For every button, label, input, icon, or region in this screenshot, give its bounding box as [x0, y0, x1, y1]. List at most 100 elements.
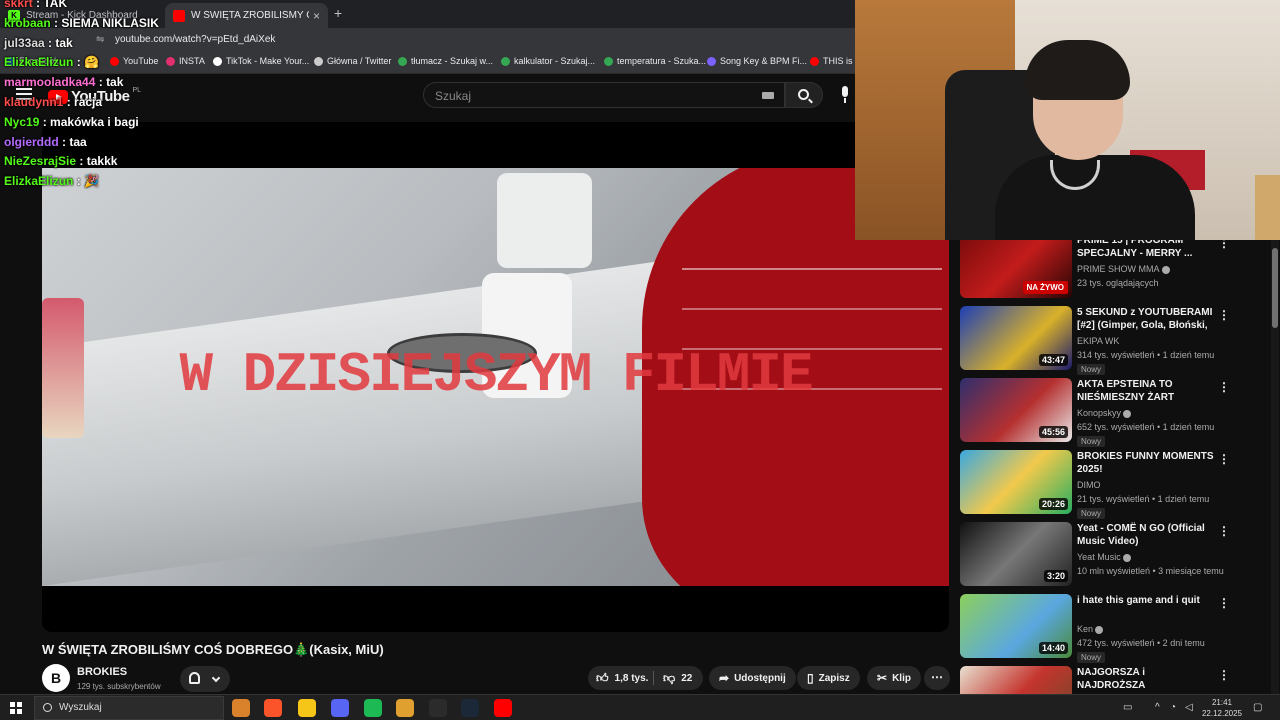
video-thumbnail[interactable]: 3:20	[960, 522, 1072, 586]
recommendation-item[interactable]: NA ŻYWO PRIME 15 | PROGRAM SPECJALNY - ME…	[960, 240, 1270, 298]
streamer	[995, 40, 1195, 240]
recommendation-channel[interactable]: Konopskyy	[1077, 408, 1132, 418]
recommendation-meta: 472 tys. wyświetleń • 2 dni temu	[1077, 638, 1205, 648]
channel-name: DIMO	[1077, 480, 1101, 490]
chat-username: ElizkaElizun	[4, 55, 74, 70]
more-options-icon[interactable]: ⋮	[1218, 380, 1230, 394]
recommendation-item[interactable]: 3:20 Yeat - COMË N GO (Official Music Vid…	[960, 522, 1270, 586]
notifications-button[interactable]	[180, 666, 230, 692]
video-thumbnail[interactable]: 20:26	[960, 450, 1072, 514]
bookmark-item[interactable]: temperatura - Szuka...	[604, 56, 706, 66]
recommendation-channel[interactable]: PRIME SHOW MMA	[1077, 264, 1170, 274]
video-thumbnail[interactable]: NA ŻYWO	[960, 240, 1072, 298]
chat-separator: :	[73, 174, 85, 189]
chat-separator: :	[32, 0, 44, 10]
more-options-icon[interactable]: ⋮	[1218, 524, 1230, 538]
chat-username: klaudynn1	[4, 95, 64, 109]
recommendation-title[interactable]: Yeat - COMË N GO (Official Music Video)	[1077, 522, 1215, 548]
channel-name[interactable]: BROKIES	[77, 666, 127, 678]
search-button[interactable]	[785, 82, 823, 108]
youtube-app-icon[interactable]	[494, 699, 512, 717]
microphone-icon[interactable]	[838, 86, 852, 104]
recommendation-item[interactable]: 14:40 i hate this game and i quit Ken 472 t…	[960, 594, 1270, 663]
system-clock[interactable]: 21:41 22.12.2025	[1200, 697, 1244, 719]
dislike-button[interactable]: 👎︎ 22	[663, 671, 692, 685]
recommendation-title[interactable]: 5 SEKUND z YOUTUBERAMI [#2] (Gimper, Gol…	[1077, 306, 1215, 332]
chat-message: skkrt : TAK	[4, 0, 67, 10]
search-input[interactable]: Szukaj	[423, 82, 785, 108]
battery-icon[interactable]: ▭	[1123, 702, 1132, 713]
notifications-icon[interactable]: ▢	[1253, 702, 1262, 713]
like-button[interactable]: 👍︎ 1,8 tys.	[596, 671, 648, 685]
clip-button[interactable]: ✂ Klip	[867, 666, 921, 690]
chat-text: takkk	[86, 154, 118, 169]
recommendation-item[interactable]: 20:26 BROKIES FUNNY MOMENTS 2025! DIMO 21 t…	[960, 450, 1270, 519]
taskbar-search-input[interactable]: Wyszukaj	[34, 696, 224, 720]
more-options-icon[interactable]: ⋮	[1218, 668, 1230, 682]
chat-separator: :	[76, 154, 87, 169]
bookmark-item[interactable]: Song Key & BPM Fi...	[707, 56, 807, 66]
steam-icon[interactable]	[461, 699, 479, 717]
new-badge: Nowy	[1077, 508, 1106, 519]
tray-chevron-up-icon[interactable]: ^	[1155, 702, 1160, 713]
search-placeholder: Szukaj	[435, 89, 472, 103]
volume-icon[interactable]: ◁	[1185, 702, 1193, 713]
share-button[interactable]: ➦ Udostępnij	[709, 666, 796, 690]
recommendation-item[interactable]: 45:56 AKTA EPSTEINA TO NIEŚMIESZNY ŻART (…	[960, 378, 1270, 447]
krita-app-icon[interactable]	[232, 699, 250, 717]
chat-text: SIEMA NIKLASIK	[61, 15, 159, 30]
recommendation-title[interactable]: i hate this game and i quit	[1077, 594, 1215, 607]
recommendation-meta: 10 mln wyświetleń • 3 miesiące temu	[1077, 566, 1224, 576]
chat-separator: :	[58, 134, 70, 149]
video-thumbnail[interactable]	[960, 666, 1072, 695]
close-tab-icon[interactable]: ×	[313, 9, 320, 23]
recommendation-channel[interactable]: DIMO	[1077, 480, 1101, 490]
brave-browser-icon[interactable]	[264, 699, 282, 717]
recommendation-item[interactable]: 43:47 5 SEKUND z YOUTUBERAMI [#2] (Gimper…	[960, 306, 1270, 375]
bookmark-label: temperatura - Szuka...	[617, 56, 707, 66]
save-button[interactable]: ▯ Zapisz	[797, 666, 860, 690]
thumbs-down-icon: 👎︎	[663, 671, 676, 685]
recommendation-item[interactable]: NAJGORSZA i NAJDROŻSZA RESTAURACJA *jede…	[960, 666, 1270, 695]
more-actions-button[interactable]: ⋯	[924, 666, 950, 690]
recommendation-channel[interactable]: Yeat Music	[1077, 552, 1131, 562]
recommendation-title[interactable]: BROKIES FUNNY MOMENTS 2025!	[1077, 450, 1215, 476]
more-options-icon[interactable]: ⋮	[1218, 308, 1230, 322]
file-explorer-icon[interactable]	[298, 699, 316, 717]
bell-icon	[189, 672, 200, 684]
bookmark-item[interactable]: tłumacz - Szukaj w...	[398, 56, 493, 66]
taskbar-search-placeholder: Wyszukaj	[59, 702, 102, 713]
channel-avatar[interactable]: B	[42, 664, 70, 692]
more-options-icon[interactable]: ⋮	[1218, 596, 1230, 610]
recommendation-title[interactable]: PRIME 15 | PROGRAM SPECJALNY - MERRY ...	[1077, 240, 1215, 260]
media-player-icon[interactable]	[396, 699, 414, 717]
search-icon	[43, 703, 52, 712]
discord-icon[interactable]	[331, 699, 349, 717]
chat-message: olgierddd : taa	[4, 135, 87, 149]
more-options-icon[interactable]: ⋮	[1218, 452, 1230, 466]
chat-text: TAK	[43, 0, 68, 10]
bookmark-item[interactable]: TikTok - Make Your...	[213, 56, 309, 66]
keyboard-icon[interactable]	[762, 92, 774, 99]
video-thumbnail[interactable]: 43:47	[960, 306, 1072, 370]
recommendation-title[interactable]: NAJGORSZA i NAJDROŻSZA RESTAURACJA *jede…	[1077, 666, 1215, 692]
new-tab-button[interactable]: +	[334, 5, 342, 21]
sidebar-scrollbar[interactable]	[1271, 240, 1279, 695]
recommendation-title[interactable]: AKTA EPSTEINA TO NIEŚMIESZNY ŻART (BUDDA…	[1077, 378, 1215, 404]
channel-name: EKIPA WK	[1077, 336, 1120, 346]
video-thumbnail[interactable]: 14:40	[960, 594, 1072, 658]
new-badge: Nowy	[1077, 652, 1106, 663]
bookmark-item[interactable]: kalkulator - Szukaj...	[501, 56, 595, 66]
obs-icon[interactable]	[429, 699, 447, 717]
recommendation-channel[interactable]: EKIPA WK	[1077, 336, 1119, 346]
more-options-icon[interactable]: ⋮	[1218, 240, 1230, 250]
spotify-icon[interactable]	[364, 699, 382, 717]
windows-start-icon[interactable]	[10, 702, 22, 714]
recommendation-channel[interactable]: Ken	[1077, 624, 1104, 634]
video-thumbnail[interactable]: 45:56	[960, 378, 1072, 442]
scrollbar-thumb[interactable]	[1272, 248, 1278, 328]
chat-username: ElizkaElizun	[4, 174, 74, 189]
network-icon[interactable]: ◔	[1170, 702, 1176, 713]
bookmark-item[interactable]: Główna / Twitter	[314, 56, 391, 66]
video-duration: 43:47	[1038, 354, 1068, 366]
